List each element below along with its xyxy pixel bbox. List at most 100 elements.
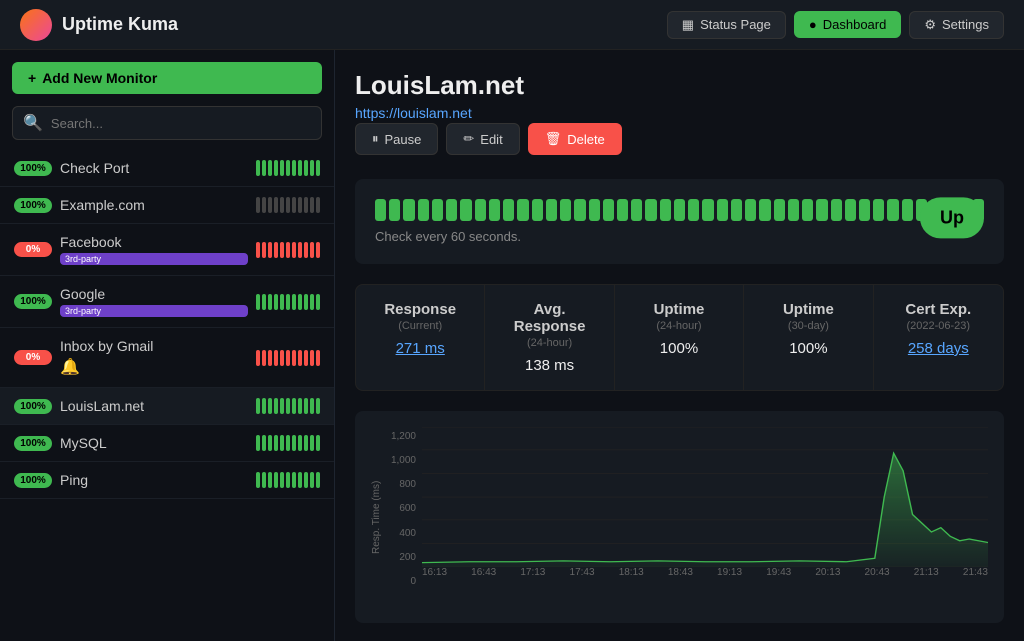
up-status-badge: Up <box>920 197 984 238</box>
search-icon: 🔍 <box>23 113 43 133</box>
monitor-name: Facebook <box>60 234 248 250</box>
third-party-badge: 3rd-party <box>60 253 248 265</box>
y-axis: 1,2001,0008006004002000 <box>386 427 422 607</box>
app-name: Uptime Kuma <box>62 14 178 35</box>
check-frequency: Check every 60 seconds. <box>375 229 984 244</box>
pause-label: Pause <box>385 132 422 147</box>
add-monitor-label: Add New Monitor <box>42 70 157 86</box>
stat-value: 138 ms <box>501 357 597 374</box>
status-bars <box>256 197 320 213</box>
add-monitor-button[interactable]: + Add New Monitor <box>12 62 322 94</box>
monitor-name: Check Port <box>60 160 248 176</box>
page-title: LouisLam.net <box>355 70 1004 101</box>
status-bars <box>256 350 320 366</box>
search-input[interactable] <box>51 116 311 131</box>
action-buttons: ⏸ Pause ✏ Edit 🗑 Delete <box>355 123 1004 155</box>
stat-sublabel: (24-hour) <box>501 337 597 349</box>
uptime-badge: 100% <box>14 473 52 488</box>
third-party-badge: 3rd-party <box>60 305 248 317</box>
main-layout: + Add New Monitor 🔍 100% Check Port 100%… <box>0 50 1024 641</box>
status-page-button[interactable]: ▦ Status Page <box>667 11 786 39</box>
uptime-badge: 0% <box>14 350 52 365</box>
status-page-icon: ▦ <box>682 17 694 33</box>
stat-uptime-30d: Uptime (30-day) 100% <box>744 285 873 390</box>
monitor-name: Inbox by Gmail <box>60 338 248 354</box>
monitor-name: Example.com <box>60 197 248 213</box>
monitor-item-inbox[interactable]: 0% Inbox by Gmail 🔔 <box>0 328 334 388</box>
search-container: 🔍 <box>12 106 322 140</box>
pause-icon: ⏸ <box>372 131 379 147</box>
stat-value: 100% <box>631 340 727 357</box>
uptime-badge: 100% <box>14 436 52 451</box>
stat-sublabel: (30-day) <box>760 320 856 332</box>
stats-row: Response (Current) 271 ms Avg. Response … <box>355 284 1004 391</box>
sidebar: + Add New Monitor 🔍 100% Check Port 100%… <box>0 50 335 641</box>
x-axis: 16:1316:4317:1317:4318:1318:4319:1319:43… <box>422 567 988 578</box>
status-bar-area: Check every 60 seconds. Up <box>355 179 1004 264</box>
stat-value: 100% <box>760 340 856 357</box>
delete-label: Delete <box>567 132 605 147</box>
pause-button[interactable]: ⏸ Pause <box>355 123 438 155</box>
status-segments <box>375 199 984 221</box>
monitor-item-google[interactable]: 100% Google 3rd-party <box>0 276 334 328</box>
status-bars <box>256 398 320 414</box>
monitor-item-example[interactable]: 100% Example.com <box>0 187 334 224</box>
uptime-badge: 100% <box>14 399 52 414</box>
monitor-item-ping[interactable]: 100% Ping <box>0 462 334 499</box>
monitor-name: Ping <box>60 472 248 488</box>
status-bars <box>256 294 320 310</box>
monitor-list: 100% Check Port 100% Example.com 0% Face… <box>0 150 334 641</box>
chart-svg <box>422 427 988 567</box>
stat-sublabel: (24-hour) <box>631 320 727 332</box>
header-nav: ▦ Status Page ● Dashboard ⚙ Settings <box>667 11 1004 39</box>
response-chart: Resp. Time (ms) 1,2001,0008006004002000 <box>355 411 1004 623</box>
plus-icon: + <box>28 70 36 86</box>
uptime-badge: 0% <box>14 242 52 257</box>
stat-response-current: Response (Current) 271 ms <box>356 285 485 390</box>
stat-label: Uptime <box>760 301 856 318</box>
monitor-item-louislam[interactable]: 100% LouisLam.net <box>0 388 334 425</box>
settings-label: Settings <box>942 17 989 32</box>
status-bars <box>256 160 320 176</box>
stat-value[interactable]: 271 ms <box>372 340 468 357</box>
monitor-name: MySQL <box>60 435 248 451</box>
dashboard-icon: ● <box>809 17 817 32</box>
edit-label: Edit <box>480 132 502 147</box>
stat-label: Response <box>372 301 468 318</box>
monitor-item-facebook[interactable]: 0% Facebook 3rd-party <box>0 224 334 276</box>
uptime-badge: 100% <box>14 198 52 213</box>
gear-icon: ⚙ <box>924 17 936 33</box>
delete-icon: 🗑 <box>545 131 562 147</box>
stat-label: Uptime <box>631 301 727 318</box>
app-logo: Uptime Kuma <box>20 9 178 41</box>
detail-content: LouisLam.net https://louislam.net ⏸ Paus… <box>335 50 1024 641</box>
uptime-badge: 100% <box>14 161 52 176</box>
edit-button[interactable]: ✏ Edit <box>446 123 519 155</box>
settings-button[interactable]: ⚙ Settings <box>909 11 1004 39</box>
status-bars <box>256 435 320 451</box>
delete-button[interactable]: 🗑 Delete <box>528 123 622 155</box>
status-page-label: Status Page <box>700 17 771 32</box>
status-bars <box>256 242 320 258</box>
monitor-url-link[interactable]: https://louislam.net <box>355 105 472 121</box>
stat-label: Cert Exp. <box>890 301 987 318</box>
edit-icon: ✏ <box>463 131 474 147</box>
logo-icon <box>20 9 52 41</box>
stat-cert-exp: Cert Exp. (2022-06-23) 258 days <box>874 285 1003 390</box>
stat-sublabel: (2022-06-23) <box>890 320 987 332</box>
monitor-item-mysql[interactable]: 100% MySQL <box>0 425 334 462</box>
header: Uptime Kuma ▦ Status Page ● Dashboard ⚙ … <box>0 0 1024 50</box>
stat-value[interactable]: 258 days <box>890 340 987 357</box>
monitor-name: LouisLam.net <box>60 398 248 414</box>
dashboard-label: Dashboard <box>823 17 887 32</box>
stat-avg-response: Avg. Response (24-hour) 138 ms <box>485 285 614 390</box>
monitor-name: Google <box>60 286 248 302</box>
dashboard-button[interactable]: ● Dashboard <box>794 11 901 38</box>
monitor-item-check-port[interactable]: 100% Check Port <box>0 150 334 187</box>
stat-uptime-24h: Uptime (24-hour) 100% <box>615 285 744 390</box>
stat-label: Avg. Response <box>501 301 597 335</box>
status-bars <box>256 472 320 488</box>
y-axis-label: Resp. Time (ms) <box>371 427 382 607</box>
uptime-badge: 100% <box>14 294 52 309</box>
stat-sublabel: (Current) <box>372 320 468 332</box>
